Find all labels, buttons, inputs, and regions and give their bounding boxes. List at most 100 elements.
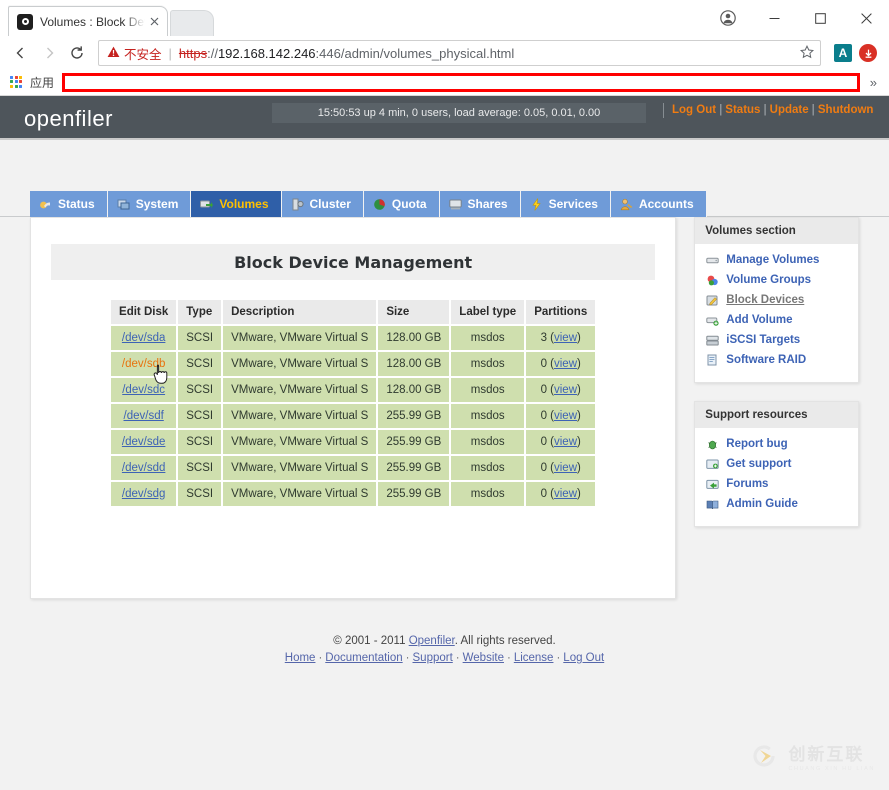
cell-label-type: msdos [451, 352, 524, 376]
tab-services-label: Services [549, 197, 598, 211]
reload-icon[interactable] [64, 40, 90, 66]
cell-label-type: msdos [451, 326, 524, 350]
tab-cluster[interactable]: Cluster [282, 191, 364, 217]
cell-edit-disk: /dev/sde [111, 430, 176, 454]
sidebar-item-iscsi-targets[interactable]: iSCSI Targets [695, 330, 858, 350]
tab-system[interactable]: System [108, 191, 192, 217]
sidebar-link-admin-guide[interactable]: Admin Guide [726, 498, 798, 510]
browser-tab-title: Volumes : Block Device [40, 15, 145, 29]
address-bar[interactable]: 不安全 | https://192.168.142.246:446/admin/… [98, 40, 821, 66]
header-link-logout[interactable]: Log Out [672, 104, 716, 116]
adblock-extension-icon[interactable]: A [834, 44, 852, 62]
window-controls [711, 0, 889, 36]
watermark-en: CHUANG XIN HU LIAN [788, 766, 875, 772]
system-icon [117, 198, 130, 211]
sidebar-item-get-support[interactable]: Get support [695, 454, 858, 474]
tab-volumes[interactable]: Volumes [191, 191, 281, 217]
sidebar-item-forums[interactable]: Forums [695, 474, 858, 494]
url-path: :446/admin/volumes_physical.html [316, 46, 515, 61]
sidebar-item-add-volume[interactable]: Add Volume [695, 310, 858, 330]
view-partitions-link[interactable]: view [554, 358, 577, 370]
cell-size: 255.99 GB [378, 404, 449, 428]
tab-status[interactable]: Status [30, 191, 108, 217]
iscsi-target-icon [705, 333, 719, 347]
footer-link-website[interactable]: Website [463, 652, 504, 664]
header-link-update[interactable]: Update [770, 104, 809, 116]
footer-link-home[interactable]: Home [285, 652, 316, 664]
download-extension-icon[interactable] [859, 44, 877, 62]
page-viewport: openfiler 15:50:53 up 4 min, 0 users, lo… [0, 96, 889, 790]
arrow-left-icon[interactable] [8, 40, 34, 66]
view-partitions-link[interactable]: view [554, 488, 577, 500]
sidebar-item-admin-guide[interactable]: Admin Guide [695, 494, 858, 514]
bug-icon [705, 437, 719, 451]
view-partitions-link[interactable]: view [554, 384, 577, 396]
copyright-link-openfiler[interactable]: Openfiler [409, 635, 455, 647]
view-partitions-link[interactable]: view [554, 462, 577, 474]
cell-partitions: 3 (view) [526, 326, 595, 350]
table-row: /dev/sdaSCSIVMware, VMware Virtual S128.… [111, 326, 595, 350]
view-partitions-link[interactable]: view [554, 332, 577, 344]
footer-link-documentation[interactable]: Documentation [325, 652, 402, 664]
column-header-description: Description [223, 300, 376, 324]
sidebar-item-block-devices[interactable]: Block Devices [695, 290, 858, 310]
disk-link[interactable]: /dev/sdd [122, 462, 165, 474]
highlight-box [62, 73, 860, 92]
sidebar: Volumes section Manage Volumes Volume Gr… [694, 217, 859, 527]
cell-label-type: msdos [451, 456, 524, 480]
apps-grid-icon[interactable] [10, 76, 24, 90]
disk-link[interactable]: /dev/sde [122, 436, 165, 448]
browser-tab[interactable]: Volumes : Block Device [8, 6, 168, 36]
close-icon[interactable] [145, 13, 163, 31]
tab-quota[interactable]: Quota [364, 191, 440, 217]
copyright-suffix: . All rights reserved. [455, 635, 556, 647]
sidebar-link-add-volume[interactable]: Add Volume [726, 314, 792, 326]
sidebar-item-manage-volumes[interactable]: Manage Volumes [695, 250, 858, 270]
disk-link[interactable]: /dev/sdb [122, 358, 165, 370]
tab-accounts[interactable]: Accounts [611, 191, 707, 217]
cell-partitions: 0 (view) [526, 430, 595, 454]
view-partitions-link[interactable]: view [554, 410, 577, 422]
browser-tabstrip: Volumes : Block Device [0, 0, 889, 36]
minimize-icon[interactable] [751, 0, 797, 36]
header-link-shutdown[interactable]: Shutdown [818, 104, 874, 116]
tab-services[interactable]: Services [521, 191, 611, 217]
sidebar-item-volume-groups[interactable]: Volume Groups [695, 270, 858, 290]
disk-link[interactable]: /dev/sdc [122, 384, 165, 396]
url-scheme-sep: :// [207, 46, 218, 61]
tab-shares[interactable]: Shares [440, 191, 521, 217]
cell-size: 255.99 GB [378, 482, 449, 506]
cell-size: 255.99 GB [378, 430, 449, 454]
table-header-row: Edit Disk Type Description Size Label ty… [111, 300, 595, 324]
footer-link-support[interactable]: Support [413, 652, 453, 664]
header-link-status[interactable]: Status [725, 104, 760, 116]
sidebar-item-report-bug[interactable]: Report bug [695, 434, 858, 454]
star-icon[interactable] [792, 45, 814, 62]
cell-edit-disk: /dev/sdb [111, 352, 176, 376]
apps-label[interactable]: 应用 [30, 74, 54, 91]
sidebar-link-report-bug[interactable]: Report bug [726, 438, 787, 450]
sidebar-link-manage-volumes[interactable]: Manage Volumes [726, 254, 819, 266]
sidebar-link-block-devices[interactable]: Block Devices [726, 294, 804, 306]
disk-link[interactable]: /dev/sdf [124, 410, 164, 422]
tab-system-label: System [136, 197, 179, 211]
disk-link[interactable]: /dev/sda [122, 332, 165, 344]
copyright-line: © 2001 - 2011 Openfiler. All rights rese… [0, 633, 889, 650]
new-tab-ghost[interactable] [170, 10, 214, 36]
profile-icon[interactable] [711, 0, 745, 36]
sidebar-link-software-raid[interactable]: Software RAID [726, 354, 806, 366]
sidebar-link-get-support[interactable]: Get support [726, 458, 791, 470]
footer-link-logout[interactable]: Log Out [563, 652, 604, 664]
arrow-right-icon[interactable] [36, 40, 62, 66]
bookmarks-overflow-icon[interactable]: » [870, 75, 883, 90]
sidebar-link-forums[interactable]: Forums [726, 478, 768, 490]
footer-link-license[interactable]: License [514, 652, 554, 664]
sidebar-item-software-raid[interactable]: Software RAID [695, 350, 858, 370]
maximize-icon[interactable] [797, 0, 843, 36]
sidebar-link-volume-groups[interactable]: Volume Groups [726, 274, 811, 286]
sidebar-link-iscsi-targets[interactable]: iSCSI Targets [726, 334, 800, 346]
support-section-title: Support resources [695, 402, 858, 428]
window-close-icon[interactable] [843, 0, 889, 36]
disk-link[interactable]: /dev/sdg [122, 488, 165, 500]
view-partitions-link[interactable]: view [554, 436, 577, 448]
